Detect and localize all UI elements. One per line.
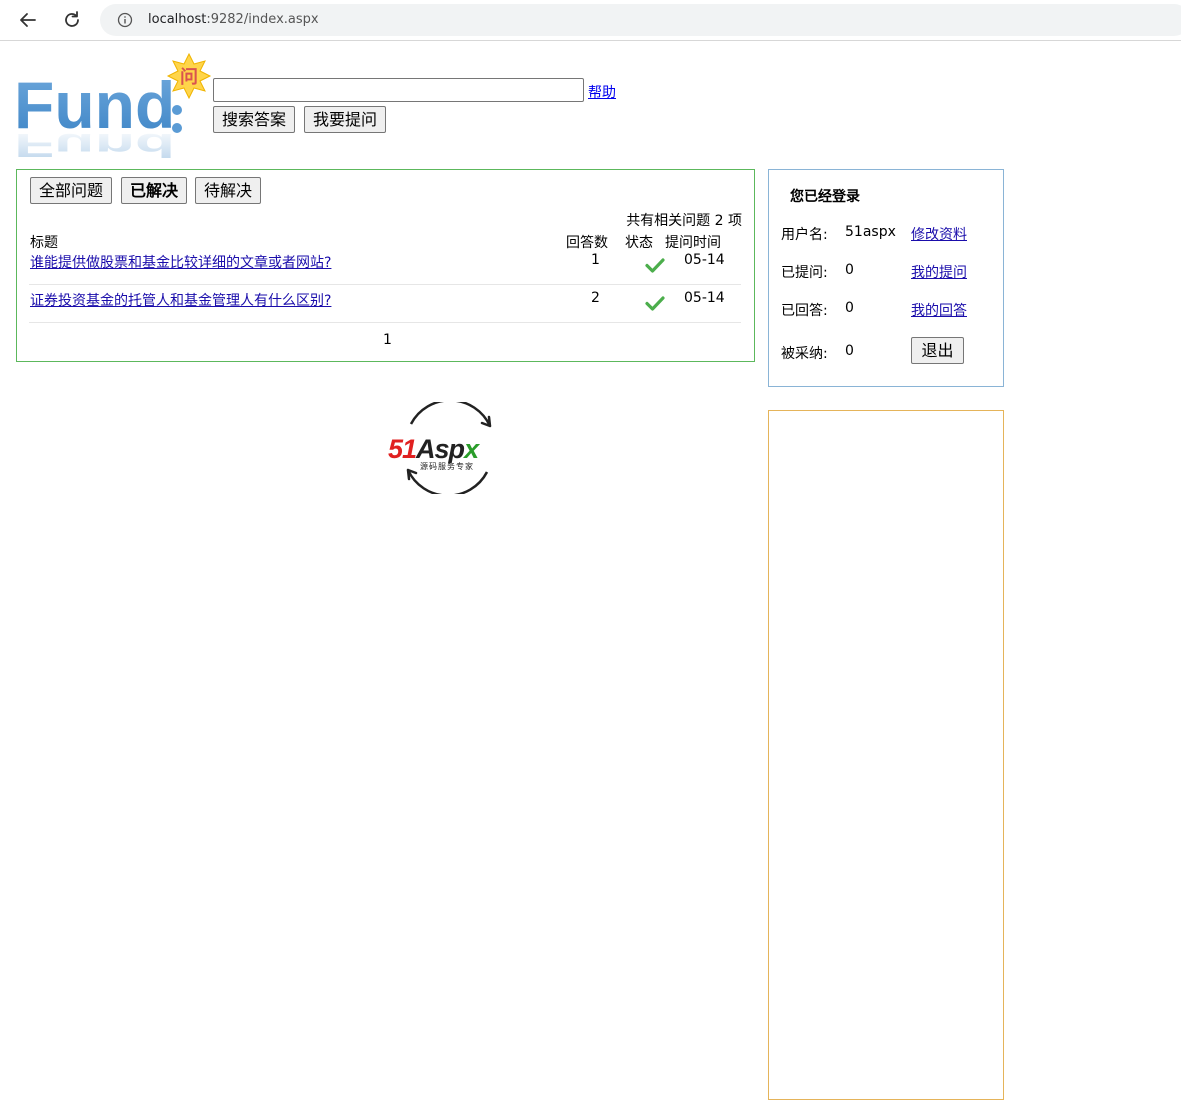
adopted-value: 0 [845,343,854,359]
question-count: 共有相关问题 2 项 [626,213,742,229]
my-questions-link[interactable]: 我的提问 [911,262,967,282]
51aspx-logo: 51Aspx 源码服务专家 [388,402,492,494]
reload-icon [65,11,79,27]
reload-button[interactable] [58,6,86,34]
fund-logo: Fund Fund 问 [14,52,212,163]
svg-text:51Aspx: 51Aspx [388,434,480,464]
answered-label: 已回答: [781,303,828,319]
pagination-page[interactable]: 1 [383,332,392,348]
login-status-box: 您已经登录 用户名: 51aspx 修改资料 已提问: 0 我的提问 已回答: … [768,169,1004,387]
logo-brand-red: 51 [388,434,416,464]
logout-button[interactable]: 退出 [911,337,964,364]
logo-tagline: 源码服务专家 [420,461,474,471]
url-host: localhost [148,12,207,27]
logo-text-reflection: Fund [14,126,175,163]
search-button[interactable]: 搜索答案 [213,106,296,133]
answer-count: 2 [591,290,600,306]
url-path: :9282/index.aspx [206,12,319,27]
browser-toolbar: localhost:9282/index.aspx [0,0,1181,41]
search-input[interactable] [213,78,584,102]
logo-brand-dark: Asp [415,434,465,464]
question-list-panel: 全部问题 已解决 待解决 共有相关问题 2 项 标题 回答数 状态 提问时间 谁… [16,169,755,362]
info-icon[interactable] [117,12,133,28]
ad-box [768,410,1004,1100]
adopted-label: 被采纳: [781,346,828,362]
question-row: 证券投资基金的托管人和基金管理人有什么区别? 2 05-14 [29,284,741,323]
question-row: 谁能提供做股票和基金比较详细的文章或者网站? 1 05-14 [29,246,741,285]
address-bar[interactable]: localhost:9282/index.aspx [100,4,1181,36]
tab-all-questions[interactable]: 全部问题 [30,177,113,204]
logo-badge: 问 [180,67,198,88]
question-title-link[interactable]: 证券投资基金的托管人和基金管理人有什么区别? [30,290,331,310]
solved-check-icon [635,284,675,321]
tab-solved[interactable]: 已解决 [121,177,188,204]
edit-profile-link[interactable]: 修改资料 [911,224,967,244]
asked-label: 已提问: [781,265,828,281]
ask-question-button[interactable]: 我要提问 [304,106,387,133]
logo-brand-green: x [462,434,480,464]
login-title: 您已经登录 [790,189,860,205]
username-label: 用户名: [781,227,828,243]
question-time: 05-14 [684,252,725,268]
back-button[interactable] [14,6,42,34]
solved-check-icon [635,246,675,283]
asked-value: 0 [845,262,854,278]
my-answers-link[interactable]: 我的回答 [911,300,967,320]
help-link[interactable]: 帮助 [588,82,616,102]
tab-pending[interactable]: 待解决 [195,177,262,204]
question-title-link[interactable]: 谁能提供做股票和基金比较详细的文章或者网站? [30,252,331,272]
question-time: 05-14 [684,290,725,306]
arrow-left-icon [20,13,36,27]
answer-count: 1 [591,252,600,268]
answered-value: 0 [845,300,854,316]
url-text[interactable]: localhost:9282/index.aspx [148,12,319,27]
username-value: 51aspx [845,224,896,240]
